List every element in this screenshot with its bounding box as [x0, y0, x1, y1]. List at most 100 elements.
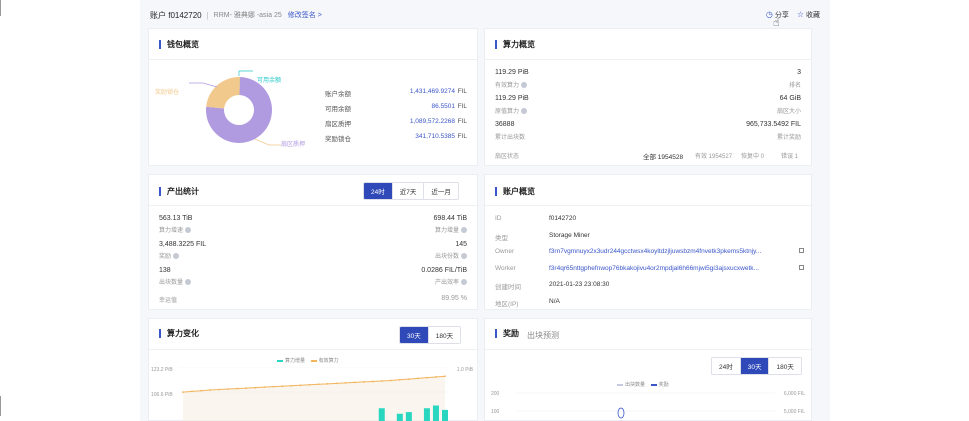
power-increment-bar[interactable] [378, 408, 385, 421]
effective-power-point[interactable] [299, 384, 302, 387]
account-row-value: Storage Miner [549, 231, 590, 239]
effective-power-point[interactable] [444, 375, 446, 378]
wallet-row-unit: FIL [457, 103, 467, 110]
help-icon[interactable] [461, 253, 467, 260]
effective-power-point[interactable] [236, 387, 239, 390]
sector-recovering: 恢复中 0 [741, 154, 765, 160]
tab-30d[interactable]: 30天 [740, 358, 770, 374]
effective-power-point[interactable] [389, 379, 392, 382]
effective-power-point[interactable] [435, 376, 437, 378]
help-icon[interactable] [521, 108, 528, 115]
effective-power-point[interactable] [353, 381, 356, 384]
account-address-link[interactable]: f3rn7vgmnuyx2x3udr244gcctwsx4koyltdzjlju… [549, 248, 761, 255]
account-tag: RRM- 雅典娜 -asia 25 [213, 12, 282, 19]
tab-180d[interactable]: 180天 [769, 358, 801, 374]
effective-power-point[interactable] [263, 386, 266, 389]
edit-signature-link[interactable]: 修改签名 > [288, 10, 322, 20]
effective-power-point[interactable] [191, 390, 193, 393]
sector-status-label: 扇区状态 [495, 154, 520, 160]
power-increment-bar[interactable] [432, 405, 439, 421]
effective-power-point[interactable] [317, 383, 320, 386]
power-left-value: 119.29 PiB [495, 69, 529, 76]
account-row-value: N/A [549, 297, 560, 305]
effective-power-point[interactable] [344, 381, 347, 384]
wallet-row-label: 可用余额 [325, 106, 351, 113]
power-increment-bar[interactable] [423, 408, 430, 421]
divider [149, 349, 477, 350]
reward-legend: 出块数量 奖励 [617, 381, 669, 388]
power-increment-bar[interactable] [405, 412, 412, 421]
tab-7d[interactable]: 近7天 [392, 183, 425, 199]
wallet-card: 钱包概览 可用余额 奖励锁仓 扇区质押 账户余额 1,431,469.9274 … [148, 28, 478, 166]
effective-power-point[interactable] [290, 384, 293, 387]
effective-power-point[interactable] [371, 380, 374, 383]
power-change-title: 算力变化 [159, 329, 199, 338]
output-right-value: 145 [455, 241, 467, 248]
tab-30d[interactable]: 30天 [400, 327, 429, 343]
help-icon[interactable] [185, 227, 192, 234]
power-left-label: 累计出块数 [495, 135, 526, 141]
power-right-label: 扇区大小 [776, 109, 801, 115]
effective-power-point[interactable] [362, 381, 365, 383]
power-increment-bar[interactable] [442, 409, 448, 421]
wallet-row-label: 奖励锁仓 [325, 136, 351, 143]
wallet-row-unit: FIL [457, 118, 467, 125]
divider [485, 205, 811, 206]
donut-leader-line [254, 138, 281, 146]
effective-power-point[interactable] [209, 389, 212, 391]
output-card: 产出统计 24时 近7天 近一月 563.13 TiB 算力增速 698.44 … [148, 174, 478, 310]
luck-value: 89.95 % [441, 295, 467, 302]
account-row-label: ID [495, 215, 502, 222]
reward-tabs: 24时 30天 180天 [711, 357, 802, 375]
effective-power-point[interactable] [281, 385, 284, 388]
effective-power-point[interactable] [200, 389, 202, 392]
effective-power-point[interactable] [416, 377, 419, 380]
reward-title: 奖励 [495, 329, 519, 338]
power-right-label: 排名 [788, 83, 801, 89]
help-icon[interactable] [521, 82, 528, 89]
copy-worker-icon[interactable] [799, 265, 804, 270]
power-increment-bar[interactable] [396, 413, 403, 421]
effective-power-point[interactable] [245, 387, 248, 389]
help-icon[interactable] [185, 279, 192, 286]
copy-owner-icon[interactable] [799, 248, 804, 253]
account-row-label: Owner [495, 248, 515, 255]
output-left-value: 138 [159, 267, 171, 274]
output-right-label: 出块份数 [435, 251, 467, 260]
effective-power-point[interactable] [398, 378, 401, 381]
effective-power-point[interactable] [218, 388, 221, 391]
help-icon[interactable] [173, 253, 180, 260]
account-overview-title: 账户概览 [495, 187, 535, 196]
tab-block-forecast[interactable]: 出块预测 [527, 330, 559, 341]
tab-180d[interactable]: 180天 [428, 327, 461, 343]
sector-total: 全部 1954528 [643, 154, 684, 161]
effective-power-point[interactable] [326, 382, 329, 385]
effective-power-point[interactable] [272, 385, 275, 388]
favorite-button[interactable]: ☆ 收藏 [797, 10, 820, 20]
reward-chart [515, 392, 775, 419]
effective-power-point[interactable] [380, 380, 383, 382]
effective-power-point[interactable] [308, 383, 311, 386]
help-icon[interactable] [461, 279, 467, 286]
tab-24h[interactable]: 24时 [712, 358, 741, 374]
effective-power-point[interactable] [335, 382, 338, 385]
output-right-value: 0.0286 FIL/TiB [421, 267, 467, 274]
account-address-link[interactable]: f3r4qr65nttgphefnwop76bkakojivu4or2mpdja… [549, 265, 759, 272]
reward-y-right-mid: 5,000 FIL [783, 409, 805, 415]
effective-power-point[interactable] [407, 378, 410, 380]
legend-effective-icon [310, 359, 317, 362]
effective-power-point[interactable] [426, 376, 428, 379]
effective-power-point[interactable] [254, 386, 257, 389]
donut-slice-locked[interactable] [206, 77, 240, 109]
wallet-row-value: 86.5501 [431, 103, 456, 110]
effective-power-point[interactable] [227, 388, 230, 390]
reward-peak-marker [617, 407, 625, 419]
effective-power-point[interactable] [182, 391, 184, 394]
tab-1m[interactable]: 近一月 [424, 183, 458, 199]
account-row-label: 创建时间 [495, 284, 521, 291]
power-change-legend: 算力增量 有效算力 [277, 357, 339, 364]
help-icon[interactable] [461, 227, 467, 234]
wallet-label-pledge: 扇区质押 [281, 142, 306, 148]
legend-reward-icon [650, 383, 657, 386]
tab-24h[interactable]: 24时 [364, 183, 393, 199]
